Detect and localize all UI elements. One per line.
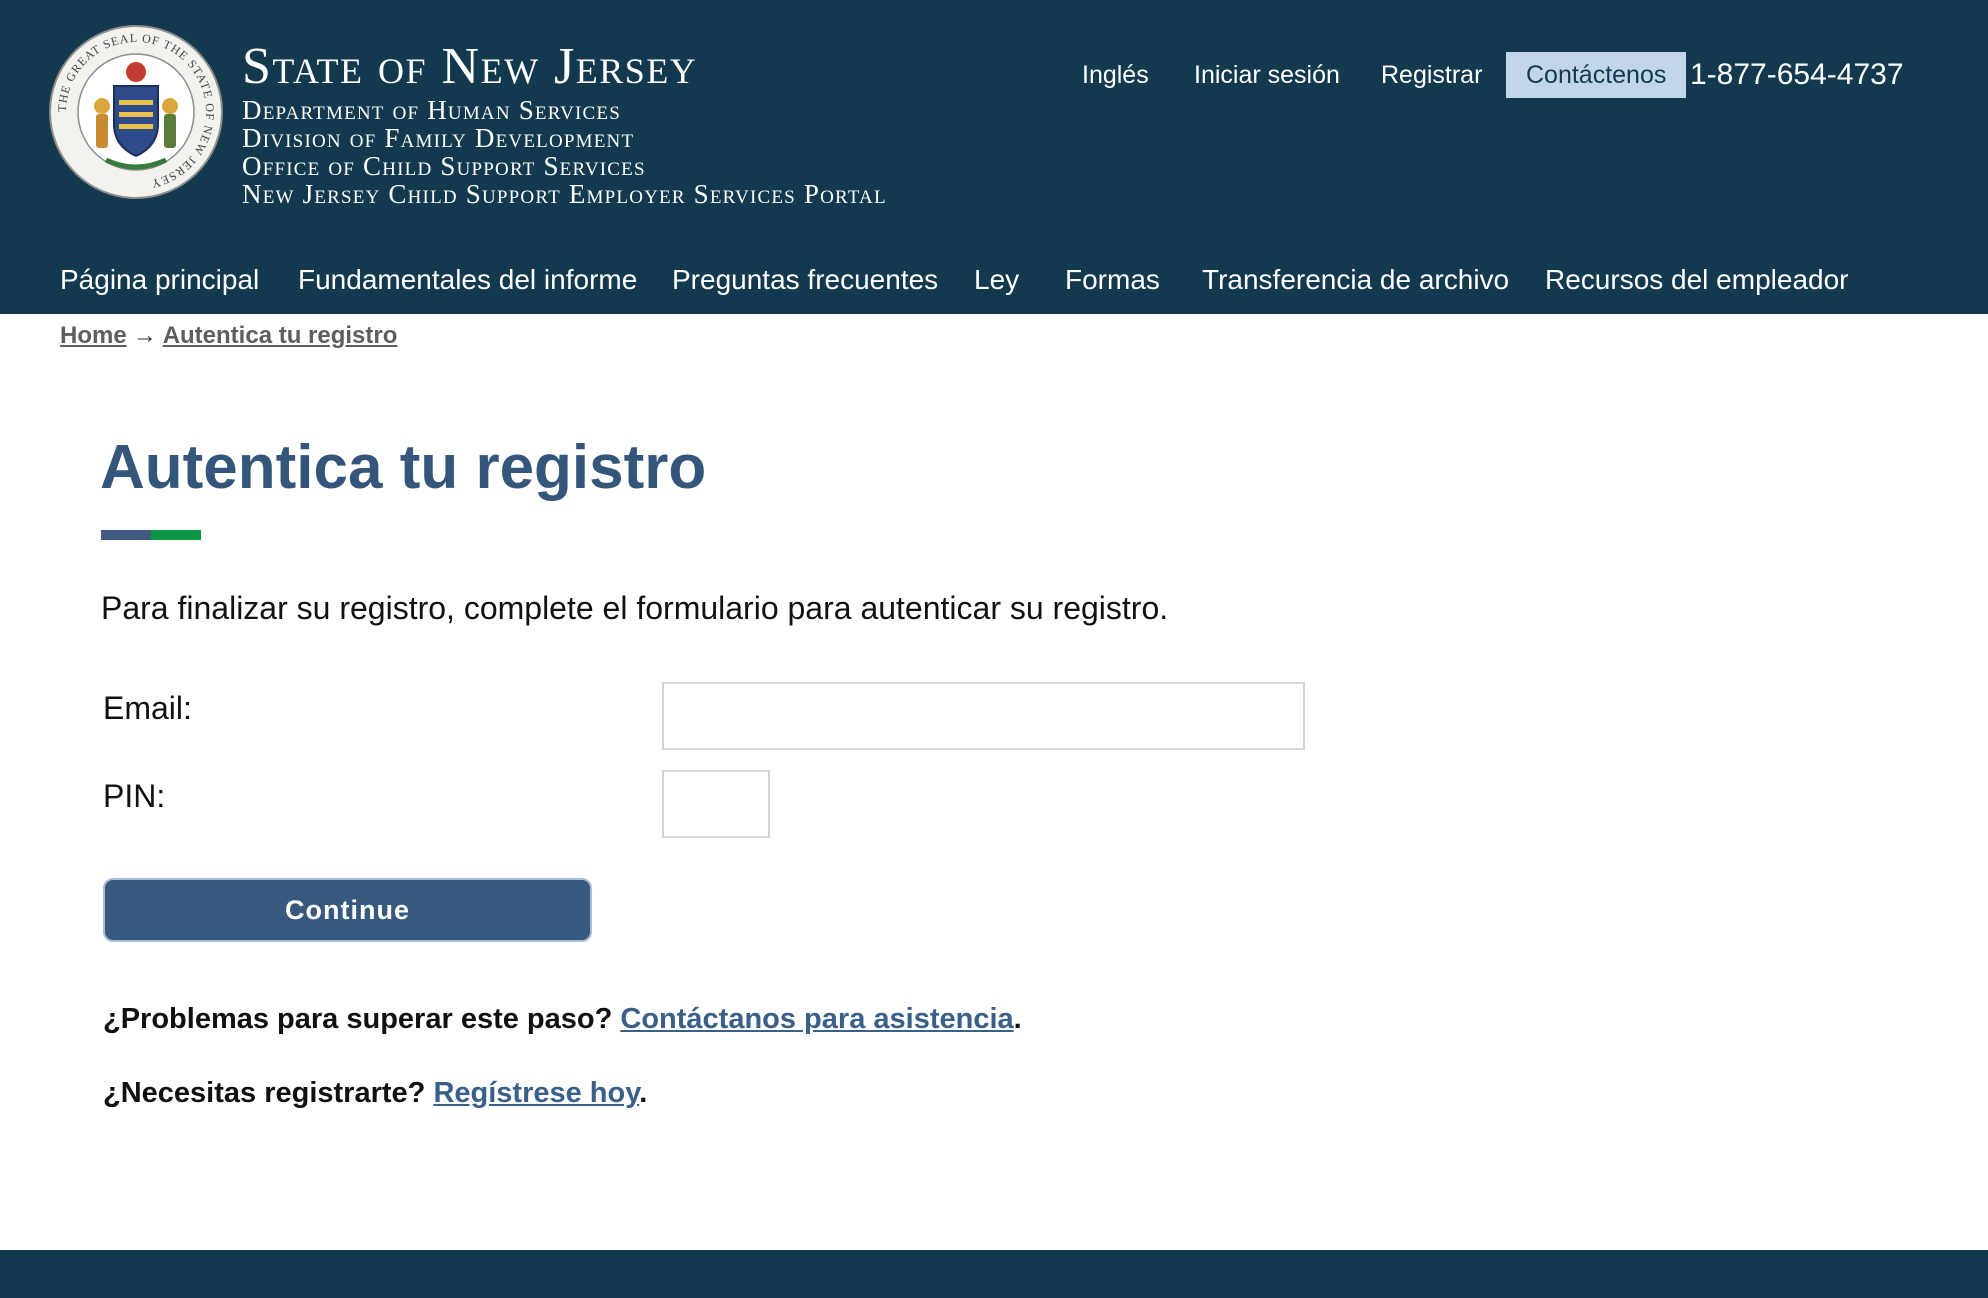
page-title: Autentica tu registro (100, 433, 707, 502)
intro-text: Para finalizar su registro, complete el … (101, 590, 1169, 626)
register-line: ¿Necesitas registrarte? Regístrese hoy. (103, 1077, 647, 1110)
breadcrumb-arrow-icon: → (132, 322, 157, 349)
pin-field[interactable] (662, 770, 770, 838)
state-title: State of New Jersey (242, 38, 698, 95)
accent-blue-segment (101, 530, 151, 540)
nav-reporting-basics[interactable]: Fundamentales del informe (298, 258, 637, 302)
site-footer (0, 1250, 1988, 1298)
nav-file-transfer[interactable]: Transferencia de archivo (1202, 258, 1509, 302)
nav-faq[interactable]: Preguntas frecuentes (672, 258, 938, 302)
breadcrumb-current-link[interactable]: Autentica tu registro (163, 322, 398, 349)
problems-period: . (1013, 1003, 1022, 1035)
email-label: Email: (103, 690, 192, 726)
division-line: Division of Family Development (242, 123, 635, 153)
title-accent-bar (101, 530, 201, 540)
problems-text: ¿Problemas para superar este paso? (103, 1003, 613, 1035)
register-period: . (639, 1077, 648, 1109)
site-header: THE GREAT SEAL OF THE STATE OF NEW JERSE… (0, 0, 1988, 314)
language-link[interactable]: Inglés (1082, 52, 1149, 98)
breadcrumb: Home → Autentica tu registro (60, 322, 397, 350)
continue-button[interactable]: Continue (103, 878, 592, 942)
agency-titles: State of New Jersey Department of Human … (242, 38, 887, 208)
nav-home[interactable]: Página principal (60, 258, 259, 302)
contact-link[interactable]: Contáctenos (1506, 52, 1687, 98)
email-field[interactable] (662, 682, 1305, 750)
department-line: Department of Human Services (242, 95, 621, 125)
pin-label: PIN: (103, 778, 166, 814)
accent-green-segment (151, 530, 201, 540)
register-link[interactable]: Registrar (1381, 52, 1482, 98)
phone-number: 1-877-654-4737 (1690, 58, 1904, 91)
contact-assistance-link[interactable]: Contáctanos para asistencia (620, 1003, 1013, 1035)
office-line: Office of Child Support Services (242, 151, 646, 181)
login-link[interactable]: Iniciar sesión (1194, 52, 1340, 98)
register-question-text: ¿Necesitas registrarte? (103, 1077, 426, 1109)
register-today-link[interactable]: Regístrese hoy (433, 1077, 639, 1109)
nav-forms[interactable]: Formas (1065, 258, 1160, 302)
nj-state-seal-icon[interactable]: THE GREAT SEAL OF THE STATE OF NEW JERSE… (48, 24, 224, 200)
breadcrumb-home-link[interactable]: Home (60, 322, 127, 349)
nav-employer-resources[interactable]: Recursos del empleador (1545, 258, 1849, 302)
problems-line: ¿Problemas para superar este paso? Contá… (103, 1003, 1022, 1036)
nav-law[interactable]: Ley (974, 258, 1019, 302)
portal-line: New Jersey Child Support Employer Servic… (242, 179, 887, 209)
